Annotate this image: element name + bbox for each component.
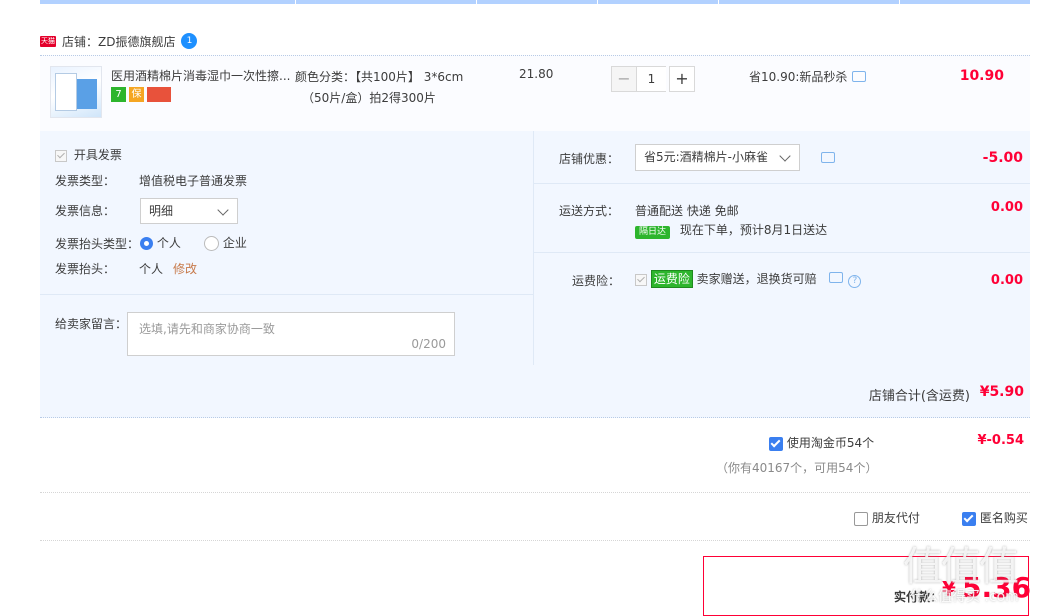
insurance-tag: 运费险 <box>650 270 693 288</box>
shop-row: 天猫 店铺：ZD振德旗舰店 1 <box>40 30 198 52</box>
shop-total-label: 店铺合计(含运费) <box>868 389 970 404</box>
invoice-type-value: 增值税电子普通发票 <box>139 174 248 188</box>
radio-personal[interactable]: 个人 <box>140 234 181 251</box>
coins-option[interactable]: 使用淘金币54个 <box>769 434 874 451</box>
coins-label: 使用淘金币54个 <box>786 436 875 450</box>
message-icon[interactable] <box>821 152 835 163</box>
radio-company-button[interactable] <box>204 236 219 251</box>
friend-pay-checkbox[interactable] <box>854 511 868 526</box>
anonymous-option[interactable]: 匿名购买 <box>962 509 1028 526</box>
friend-pay-label: 朋友代付 <box>871 511 920 525</box>
item-subtotal: 10.90 <box>959 68 1004 84</box>
shipping-eta: 隔日达 现在下单，预计8月1日送达 <box>635 221 827 239</box>
divider <box>40 492 1030 494</box>
coins-note: （你有40167个，可用54个） <box>716 461 878 475</box>
insurance-text: 卖家赠送，退换货可赔 <box>696 272 817 286</box>
coupon-select[interactable]: 省5元:酒精棉片-小麻雀 <box>635 144 800 171</box>
shop-name[interactable]: 店铺：ZD振德旗舰店 <box>62 33 175 50</box>
shipping-method: 普通配送 快递 免邮 <box>635 204 739 218</box>
anonymous-label: 匿名购买 <box>979 511 1028 525</box>
watermark-subtext: 什么值得买 .com <box>910 589 1019 605</box>
decrease-quantity-button[interactable]: − <box>611 66 637 92</box>
watermark-logo: 值值值 <box>903 544 1019 590</box>
quantity-stepper: − 1 + <box>611 66 695 92</box>
invoice-info-select[interactable]: 明细 <box>140 198 238 224</box>
message-icon[interactable] <box>852 71 867 82</box>
sku-info: 颜色分类：【共100片】 3*6cm （50片/盒）拍2得300片 <box>295 67 495 109</box>
coupon-value: 省5元:酒精棉片-小麻雀 <box>644 150 769 164</box>
invoice-toggle[interactable]: 开具发票 <box>55 146 122 163</box>
invoice-header-type-label: 发票抬头类型： <box>55 237 140 251</box>
tmall-icon: 天猫 <box>40 35 56 47</box>
coins-amount: ¥-0.54 <box>977 433 1024 448</box>
shipping-label: 运送方式： <box>559 204 620 218</box>
shop-total-amount: ¥5.90 <box>979 384 1024 400</box>
invoice-edit-link[interactable]: 修改 <box>173 260 197 277</box>
friend-pay-option[interactable]: 朋友代付 <box>854 509 920 526</box>
anonymous-checkbox[interactable] <box>962 511 976 526</box>
promotion-info: 省10.90:新品秒杀 <box>749 68 867 85</box>
seven-day-return-icon[interactable]: 7 <box>111 87 126 102</box>
table-header-strip <box>40 0 1030 4</box>
message-label: 给卖家留言： <box>55 317 128 331</box>
divider <box>40 540 1030 542</box>
message-icon[interactable] <box>828 272 843 283</box>
invoice-header-label: 发票抬头： <box>55 262 116 276</box>
shipping-amount: 0.00 <box>990 200 1023 215</box>
guarantee-icon[interactable]: 保 <box>129 87 144 102</box>
coupon-label: 店铺优惠： <box>559 152 620 166</box>
invoice-info-value: 明细 <box>149 204 174 218</box>
invoice-checkbox-label: 开具发票 <box>73 148 122 162</box>
coins-checkbox[interactable] <box>769 436 783 451</box>
radio-personal-label: 个人 <box>156 236 181 250</box>
next-day-badge: 隔日达 <box>635 226 671 239</box>
unit-price: 21.80 <box>519 67 554 81</box>
coupon-amount: -5.00 <box>982 150 1023 166</box>
message-counter: 0/200 <box>411 337 446 351</box>
increase-quantity-button[interactable]: + <box>669 66 695 92</box>
product-title[interactable]: 医用酒精棉片消毒湿巾一次性擦... <box>111 67 293 84</box>
radio-company[interactable]: 企业 <box>204 234 247 251</box>
promotion-text: 省10.90:新品秒杀 <box>749 70 848 84</box>
quantity-input[interactable]: 1 <box>636 66 666 92</box>
product-thumbnail[interactable] <box>50 66 102 118</box>
radio-company-label: 企业 <box>222 236 247 250</box>
order-options-panel: 开具发票 发票类型： 增值税电子普通发票 发票信息： 明细 发票抬头类型： 个人… <box>40 131 1030 365</box>
help-icon[interactable]: ? <box>848 275 862 288</box>
invoice-type-label: 发票类型： <box>55 174 116 188</box>
chevron-down-icon <box>779 150 791 162</box>
seller-message-input[interactable]: 选填,请先和商家协商一致 0/200 <box>127 312 455 356</box>
chevron-down-icon <box>217 204 229 216</box>
sku-line-2: （50片/盒）拍2得300片 <box>302 91 436 105</box>
sku-line-1: 颜色分类：【共100片】 3*6cm <box>295 70 464 84</box>
message-placeholder: 选填,请先和商家协商一致 <box>139 322 275 336</box>
radio-personal-button[interactable] <box>140 237 153 250</box>
insurance-amount: 0.00 <box>990 273 1023 288</box>
shop-total-row: 店铺合计(含运费) ¥5.90 <box>40 365 1030 418</box>
invoice-checkbox[interactable] <box>55 149 67 162</box>
insurance-row: 运费险 卖家赠送，退换货可赔 ? <box>635 270 862 288</box>
shipping-eta-text: 现在下单，预计8月1日送达 <box>679 223 828 237</box>
invoice-header-value: 个人 <box>139 262 164 276</box>
insurance-label: 运费险： <box>572 274 621 288</box>
invoice-info-label: 发票信息： <box>55 204 116 218</box>
insurance-checkbox[interactable] <box>635 273 647 286</box>
chat-icon[interactable]: 1 <box>181 33 198 49</box>
credit-card-icon[interactable] <box>147 87 171 102</box>
order-item-row: 医用酒精棉片消毒湿巾一次性擦... 7 保 颜色分类：【共100片】 3*6cm… <box>40 55 1030 131</box>
service-icons: 7 保 <box>111 87 171 102</box>
